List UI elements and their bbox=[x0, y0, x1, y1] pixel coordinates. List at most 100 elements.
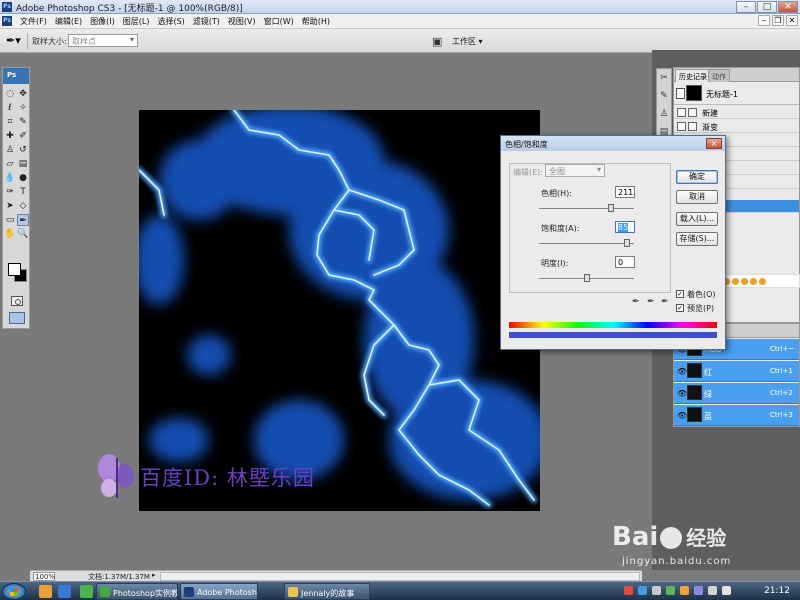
close-button[interactable]: ✕ bbox=[778, 1, 798, 13]
menu-layer[interactable]: 图层(L) bbox=[119, 16, 154, 27]
saturation-slider-track[interactable] bbox=[539, 243, 634, 244]
eye-icon[interactable]: 👁 bbox=[677, 389, 687, 398]
hue-slider-thumb[interactable] bbox=[608, 204, 615, 212]
menu-file[interactable]: 文件(F) bbox=[16, 16, 51, 27]
lightness-input[interactable]: 0 bbox=[615, 256, 635, 268]
tray-qq-icon[interactable] bbox=[666, 586, 675, 595]
dodge-tool-icon[interactable]: ● bbox=[17, 172, 29, 184]
eraser-tool-icon[interactable]: ▱ bbox=[4, 158, 16, 170]
menu-select[interactable]: 选择(S) bbox=[153, 16, 188, 27]
save-button[interactable]: 存储(S)... bbox=[676, 232, 718, 246]
channel-row-blue[interactable]: 👁 蓝 Ctrl+3 bbox=[674, 405, 799, 426]
clone-collapsed-icon[interactable]: ♙ bbox=[657, 105, 671, 123]
hand-tool-icon[interactable]: ✋ bbox=[4, 228, 16, 240]
hue-slider-track[interactable] bbox=[539, 208, 634, 209]
cancel-button[interactable]: 取消 bbox=[676, 190, 718, 204]
brush-tool-icon[interactable]: ✐ bbox=[17, 130, 29, 142]
maximize-button[interactable]: □ bbox=[757, 1, 777, 13]
ps-menu-icon[interactable]: Ps bbox=[2, 16, 12, 26]
workspace-button[interactable]: 工作区 ▾ bbox=[452, 36, 483, 47]
history-entry[interactable]: 渐变 bbox=[674, 120, 799, 133]
lightness-slider-thumb[interactable] bbox=[583, 274, 590, 282]
marquee-tool-icon[interactable]: ◌ bbox=[4, 88, 16, 100]
doc-minimize-button[interactable]: – bbox=[758, 15, 770, 26]
document-canvas[interactable] bbox=[139, 110, 540, 511]
doc-close-button[interactable]: ✕ bbox=[786, 15, 798, 26]
move-tool-icon[interactable]: ✥ bbox=[17, 88, 29, 100]
channel-row-green[interactable]: 👁 绿 Ctrl+2 bbox=[674, 383, 799, 404]
menu-window[interactable]: 窗口(W) bbox=[260, 16, 298, 27]
taskbar-item-browser[interactable]: Photoshop实例教程... bbox=[96, 583, 178, 600]
quick-mask-icon[interactable] bbox=[11, 296, 23, 306]
preview-checkbox[interactable]: ✓ bbox=[676, 304, 684, 312]
eye-icon[interactable]: 👁 bbox=[677, 367, 687, 376]
healing-brush-tool-icon[interactable]: ✚ bbox=[4, 130, 16, 142]
brush-collapsed-icon[interactable]: ✎ bbox=[657, 87, 671, 105]
magic-wand-tool-icon[interactable]: ✧ bbox=[17, 102, 29, 114]
slice-tool-icon[interactable]: ✎ bbox=[17, 116, 29, 128]
history-snapshot[interactable]: 无标题-1 bbox=[674, 83, 799, 105]
bridge-icon[interactable]: ▣ bbox=[432, 35, 442, 48]
type-tool-icon[interactable]: T bbox=[17, 186, 29, 198]
tray-ime-icon[interactable] bbox=[680, 586, 689, 595]
explorer-quicklaunch-icon[interactable] bbox=[39, 585, 52, 598]
taskbar-item-photoshop[interactable]: Adobe Photoshop ... bbox=[180, 583, 258, 600]
tools-collapsed-icon[interactable]: ✂ bbox=[657, 69, 671, 87]
history-source-box[interactable] bbox=[677, 122, 686, 131]
menu-view[interactable]: 视图(V) bbox=[224, 16, 260, 27]
status-menu-arrow[interactable]: ▸ bbox=[152, 571, 156, 579]
menu-filter[interactable]: 滤镜(T) bbox=[189, 16, 224, 27]
gradient-tool-icon[interactable]: ▤ bbox=[17, 158, 29, 170]
menu-image[interactable]: 图像(I) bbox=[86, 16, 119, 27]
eyedropper-tool-icon[interactable]: ✒▾ bbox=[6, 34, 21, 47]
tray-network-icon[interactable] bbox=[638, 586, 647, 595]
ok-button[interactable]: 确定 bbox=[676, 170, 718, 184]
menu-edit[interactable]: 编辑(E) bbox=[51, 16, 86, 27]
horizontal-scrollbar[interactable] bbox=[160, 572, 640, 581]
tray-antivirus-icon[interactable] bbox=[624, 586, 633, 595]
ime-tools-icon[interactable] bbox=[759, 277, 766, 285]
notes-tool-icon[interactable]: ▭ bbox=[4, 214, 16, 226]
ime-skin-icon[interactable] bbox=[750, 277, 757, 285]
eyedropper-minus-icon[interactable]: ✒ bbox=[661, 297, 669, 307]
screen-mode-icon[interactable] bbox=[9, 312, 25, 324]
load-button[interactable]: 载入(L)... bbox=[676, 212, 718, 226]
dialog-close-button[interactable]: × bbox=[706, 138, 722, 149]
history-brush-source-icon[interactable] bbox=[676, 88, 685, 99]
tab-actions[interactable]: 动作 bbox=[708, 69, 730, 82]
path-selection-tool-icon[interactable]: ➤ bbox=[4, 200, 16, 212]
tray-flag-icon[interactable] bbox=[708, 586, 717, 595]
tray-update-icon[interactable] bbox=[694, 586, 703, 595]
clone-stamp-tool-icon[interactable]: ♙ bbox=[4, 144, 16, 156]
history-source-box[interactable] bbox=[677, 108, 686, 117]
shape-tool-icon[interactable]: ◇ bbox=[17, 200, 29, 212]
foreground-color-swatch[interactable] bbox=[8, 263, 21, 276]
taskbar-item-folder[interactable]: Jennaly的故事 bbox=[284, 583, 370, 600]
menu-help[interactable]: 帮助(H) bbox=[298, 16, 334, 27]
chrome-quicklaunch-icon[interactable] bbox=[80, 585, 93, 598]
zoom-tool-icon[interactable]: 🔍 bbox=[17, 228, 29, 240]
blur-tool-icon[interactable]: 💧 bbox=[4, 172, 16, 184]
doc-restore-button[interactable]: ❐ bbox=[772, 15, 784, 26]
eyedropper-icon[interactable]: ✒ bbox=[632, 297, 640, 307]
ime-keyboard-icon[interactable] bbox=[741, 277, 748, 285]
pen-tool-icon[interactable]: ✑ bbox=[4, 186, 16, 198]
eye-icon[interactable]: 👁 bbox=[677, 411, 687, 420]
crop-tool-icon[interactable]: ⌗ bbox=[4, 116, 16, 128]
saturation-slider-thumb[interactable] bbox=[624, 239, 631, 247]
sample-size-select[interactable]: 取样点 bbox=[68, 34, 138, 47]
eyedropper-plus-icon[interactable]: ✒ bbox=[647, 297, 655, 307]
saturation-input[interactable]: 85 bbox=[615, 221, 635, 233]
ime-punct-icon[interactable] bbox=[732, 277, 739, 285]
edit-range-select[interactable]: 全图 bbox=[545, 164, 605, 177]
history-entry[interactable]: 新建 bbox=[674, 106, 799, 119]
hue-input[interactable]: 211 bbox=[615, 186, 635, 198]
channel-row-red[interactable]: 👁 红 Ctrl+1 bbox=[674, 361, 799, 382]
eyedropper-tool-icon[interactable]: ✒ bbox=[17, 214, 29, 226]
tray-volume-icon[interactable] bbox=[652, 586, 661, 595]
colorize-checkbox[interactable]: ✓ bbox=[676, 290, 684, 298]
history-brush-tool-icon[interactable]: ↺ bbox=[17, 144, 29, 156]
ie-quicklaunch-icon[interactable] bbox=[58, 585, 71, 598]
minimize-button[interactable]: – bbox=[736, 1, 756, 13]
lasso-tool-icon[interactable]: ℓ bbox=[4, 102, 16, 114]
